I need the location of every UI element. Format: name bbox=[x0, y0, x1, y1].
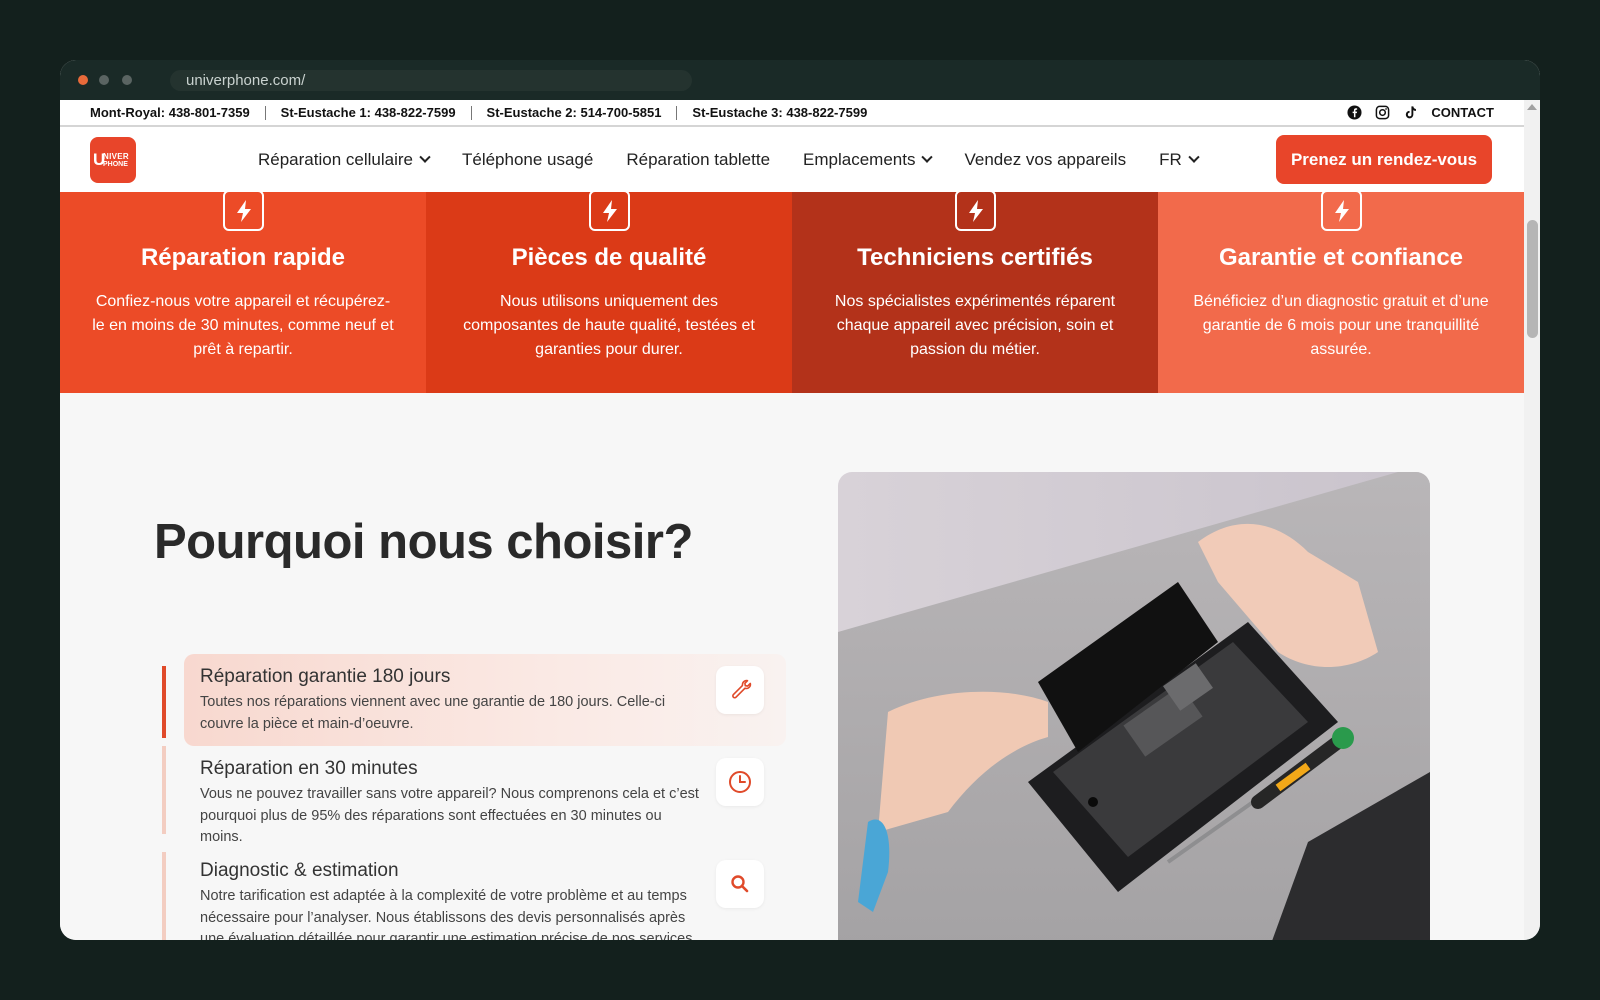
reason-text: Vous ne pouvez travailler sans votre app… bbox=[200, 786, 699, 845]
page-scrollbar[interactable] bbox=[1524, 100, 1540, 940]
top-info-bar: Mont-Royal: 438-801-7359 St-Eustache 1: … bbox=[60, 100, 1524, 127]
feature-card: Réparation rapide Confiez-nous votre app… bbox=[60, 190, 426, 393]
nav-menu: Réparation cellulaire Téléphone usagé Ré… bbox=[258, 127, 1231, 192]
language-selector[interactable]: FR bbox=[1159, 149, 1200, 170]
instagram-icon[interactable] bbox=[1375, 105, 1390, 120]
feature-text: Nous utilisons uniquement des composante… bbox=[463, 293, 755, 358]
reason-item[interactable]: Réparation en 30 minutes Vous ne pouvez … bbox=[162, 746, 786, 850]
lightning-icon bbox=[589, 190, 630, 231]
main-nav: U NIVER PHONE Réparation cellulaire Télé… bbox=[60, 127, 1524, 192]
language-label: FR bbox=[1159, 149, 1182, 169]
facebook-icon[interactable] bbox=[1347, 105, 1362, 120]
reason-title: Réparation garantie 180 jours bbox=[200, 666, 451, 687]
section-title: Pourquoi nous choisir? bbox=[154, 515, 693, 569]
feature-text: Confiez-nous votre appareil et récupérez… bbox=[92, 293, 394, 358]
web-page: Mont-Royal: 438-801-7359 St-Eustache 1: … bbox=[60, 100, 1524, 940]
logo-text-2: PHONE bbox=[103, 161, 128, 168]
reason-accent-bar bbox=[162, 746, 166, 834]
clock-icon bbox=[716, 758, 764, 806]
scrollbar-thumb[interactable] bbox=[1527, 220, 1538, 338]
feature-text: Nos spécialistes expérimentés réparent c… bbox=[834, 293, 1116, 358]
scroll-up-arrow-icon[interactable] bbox=[1527, 104, 1537, 110]
nav-item-label: Emplacements bbox=[803, 149, 916, 169]
chevron-down-icon bbox=[419, 151, 431, 163]
tiktok-icon[interactable] bbox=[1403, 105, 1418, 120]
nav-item-label: Réparation cellulaire bbox=[258, 149, 413, 169]
nav-item-reparation-cellulaire[interactable]: Réparation cellulaire bbox=[258, 149, 431, 170]
reason-title: Diagnostic & estimation bbox=[200, 860, 399, 881]
close-window-button[interactable] bbox=[78, 75, 88, 85]
feature-title: Garantie et confiance bbox=[1218, 244, 1464, 271]
reason-item[interactable]: Réparation garantie 180 jours Toutes nos… bbox=[162, 654, 786, 746]
reason-item[interactable]: Diagnostic & estimation Notre tarificati… bbox=[162, 852, 786, 940]
phone-st-eustache-3[interactable]: St-Eustache 3: 438-822-7599 bbox=[676, 105, 882, 120]
phone-list: Mont-Royal: 438-801-7359 St-Eustache 1: … bbox=[90, 100, 882, 125]
search-icon bbox=[716, 860, 764, 908]
browser-window: univerphone.com/ Mont-Royal: 438-801-735… bbox=[60, 60, 1540, 940]
contact-link[interactable]: CONTACT bbox=[1431, 105, 1494, 120]
phone-st-eustache-1[interactable]: St-Eustache 1: 438-822-7599 bbox=[264, 105, 471, 120]
address-bar[interactable]: univerphone.com/ bbox=[170, 70, 692, 91]
browser-chrome: univerphone.com/ bbox=[60, 60, 1540, 100]
nav-item-label: Vendez vos appareils bbox=[964, 149, 1127, 169]
univerphone-logo[interactable]: U NIVER PHONE bbox=[90, 137, 136, 183]
nav-item-reparation-tablette[interactable]: Réparation tablette bbox=[626, 150, 770, 170]
reason-accent-bar bbox=[162, 666, 166, 738]
chevron-down-icon bbox=[921, 151, 934, 163]
lightning-icon bbox=[223, 190, 264, 231]
maximize-window-button[interactable] bbox=[122, 75, 132, 85]
nav-item-label: Réparation tablette bbox=[626, 149, 771, 169]
wrench-icon bbox=[716, 666, 764, 714]
feature-title: Pièces de qualité bbox=[511, 244, 707, 271]
nav-item-emplacements[interactable]: Emplacements bbox=[803, 149, 934, 170]
minimize-window-button[interactable] bbox=[99, 75, 109, 85]
feature-card: Garantie et confiance Bénéficiez d’un di… bbox=[1158, 190, 1524, 393]
phone-mont-royal[interactable]: Mont-Royal: 438-801-7359 bbox=[90, 105, 265, 120]
reason-text: Toutes nos réparations viennent avec une… bbox=[200, 694, 666, 732]
feature-title: Techniciens certifiés bbox=[857, 244, 1093, 271]
reason-title: Réparation en 30 minutes bbox=[200, 758, 418, 779]
phone-st-eustache-2[interactable]: St-Eustache 2: 514-700-5851 bbox=[470, 105, 677, 120]
feature-card: Pièces de qualité Nous utilisons uniquem… bbox=[426, 190, 792, 393]
feature-text: Bénéficiez d’un diagnostic gratuit et d’… bbox=[1193, 293, 1489, 358]
feature-card: Techniciens certifiés Nos spécialistes e… bbox=[792, 190, 1158, 393]
nav-item-telephone-usage[interactable]: Téléphone usagé bbox=[462, 150, 593, 170]
lightning-icon bbox=[1321, 190, 1362, 231]
nav-item-vendez[interactable]: Vendez vos appareils bbox=[964, 150, 1126, 170]
chevron-down-icon bbox=[1188, 151, 1200, 163]
reason-accent-bar bbox=[162, 852, 166, 940]
logo-text-1: NIVER bbox=[103, 152, 129, 161]
repair-photo bbox=[838, 472, 1430, 940]
topbar-right: CONTACT bbox=[1347, 100, 1494, 125]
feature-title: Réparation rapide bbox=[140, 244, 346, 271]
nav-item-label: Téléphone usagé bbox=[461, 149, 594, 169]
features-band: Réparation rapide Confiez-nous votre app… bbox=[60, 190, 1524, 393]
book-appointment-button[interactable]: Prenez un rendez-vous bbox=[1276, 135, 1492, 184]
phone-repair-image bbox=[838, 472, 1430, 940]
reason-text: Notre tarification est adaptée à la comp… bbox=[200, 888, 693, 940]
lightning-icon bbox=[955, 190, 996, 231]
